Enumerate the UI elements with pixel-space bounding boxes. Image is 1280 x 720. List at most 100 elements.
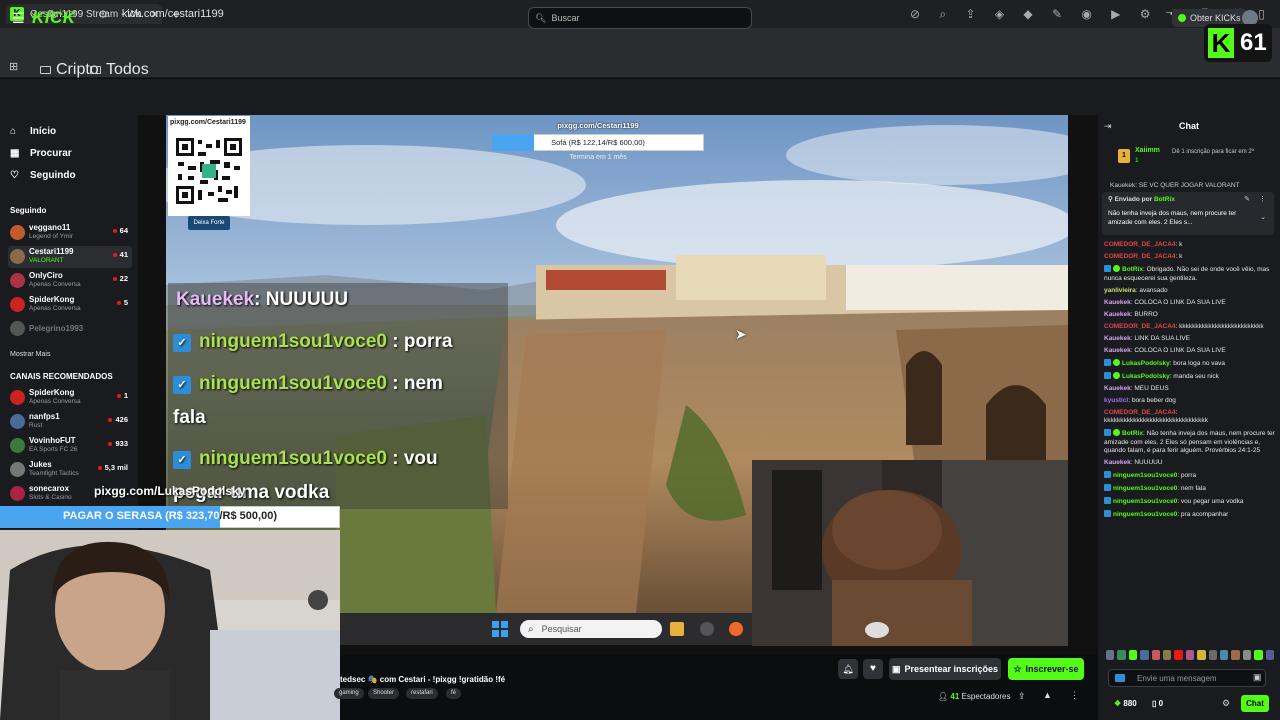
chat-username[interactable]: LukasPodolsky (1122, 360, 1170, 367)
menu-icon[interactable]: ☰ (12, 10, 25, 27)
notification-bell-icon[interactable]: 🔔︎ (838, 659, 858, 679)
channel-name: VovinhoFUT (29, 436, 76, 445)
more-options-icon[interactable]: ⋮ (1070, 690, 1079, 701)
apps-grid-icon[interactable]: ⊞ (9, 60, 18, 73)
sidebar-item-seguindo[interactable]: ♡ Seguindo (10, 170, 76, 181)
kick-badge-icon: ✓ (173, 451, 191, 469)
sidebar-item-procurar[interactable]: ▦ Procurar (10, 148, 72, 159)
chat-username[interactable]: Kauekek (1104, 347, 1131, 354)
top-gifter-banner[interactable]: 1 Xaiimm 1 Dê 1 inscrição para ficar em … (1118, 147, 1274, 169)
sidebar-channel[interactable]: OnlyCiro Apenas Conversa 22 (8, 270, 132, 292)
secondary-points[interactable]: ▯ 0 (1152, 699, 1163, 708)
chat-username[interactable]: Kauekek (1104, 299, 1131, 306)
emote-icon[interactable] (1231, 650, 1240, 660)
sidebar-channel[interactable]: SpiderKong Apenas Conversa 5 (8, 294, 132, 316)
sidebar-item-inicio[interactable]: ⌂ Início (10, 126, 56, 137)
subscribe-button[interactable]: ☆ Inscrever-se (1008, 658, 1084, 680)
chat-username[interactable]: COMEDOR_DE_JACA4 (1104, 323, 1176, 330)
chat-username[interactable]: Kauekek (1104, 459, 1131, 466)
chat-username[interactable]: ninguem1sou1voce0 (1113, 485, 1177, 492)
avatar (10, 297, 25, 312)
chat-username[interactable]: LukasPodolsky (1122, 373, 1170, 380)
chat-username[interactable]: BotRix (1122, 430, 1143, 437)
emote-bar[interactable] (1106, 650, 1275, 662)
chat-message: COMEDOR_DE_JACA4: k (1104, 241, 1276, 250)
tag-restafari[interactable]: restafari (406, 688, 438, 699)
emote-icon[interactable] (1117, 650, 1126, 660)
qr-title: pixgg.com/Cestari1199 (170, 119, 246, 126)
tag-gaming[interactable]: gaming (334, 688, 364, 699)
emote-icon[interactable] (1242, 650, 1252, 660)
site-header (0, 79, 1280, 115)
chat-text: : manda seu nick (1169, 372, 1219, 380)
stream-title: tedsec 🎭 com Cestari - !pixgg !gratidão … (340, 675, 506, 684)
search-icon: ⌕ (528, 623, 534, 635)
chat-username[interactable]: Kauekek (1104, 385, 1131, 392)
site-settings-icon[interactable]: ⚙ (98, 8, 108, 21)
sidebar-channel[interactable]: Cestari1199 VALORANT 41 (8, 246, 132, 268)
search-input[interactable]: 🔍︎ Buscar (528, 7, 752, 29)
chat-username[interactable]: yanlivieira (1104, 287, 1136, 294)
chat-message: LukasPodolsky: manda seu nick (1104, 371, 1276, 382)
chat-username[interactable]: COMEDOR_DE_JACA4 (1104, 241, 1176, 248)
chat-username[interactable]: ninguem1sou1voce0 (1113, 498, 1177, 505)
emote-icon[interactable] (1163, 650, 1172, 660)
chat-username[interactable]: kyusticl (1104, 397, 1128, 404)
tag-fe[interactable]: fé (446, 688, 462, 699)
chat-username[interactable]: Kauekek (1104, 311, 1131, 318)
sidebar-channel[interactable]: Pelegrino1993 (8, 318, 132, 340)
report-icon[interactable]: ▲ (1043, 690, 1052, 700)
overlay-chat-line: ✓ ninguem1sou1voce0 : vou (173, 448, 438, 470)
expand-pinned-icon[interactable]: ⌄ (1260, 213, 1266, 221)
subscribe-label: Inscrever-se (1025, 664, 1079, 674)
share-icon[interactable]: ⇪ (1018, 691, 1026, 702)
sidebar-channel[interactable]: Jukes Teamfight Tactics 5,3 mil (8, 459, 132, 481)
url-text: kick.com/cestari1199 (121, 8, 224, 20)
tag-shooter[interactable]: Shooter (368, 688, 400, 699)
channel-name: Cestari1199 (29, 247, 74, 256)
sidebar-channel[interactable]: VovinhoFUT EA Sports FC 26 933 (8, 435, 132, 457)
emote-icon[interactable] (1220, 650, 1229, 660)
chat-username[interactable]: ninguem1sou1voce0 (1113, 472, 1177, 479)
chat-input-placeholder: Envie uma mensagem (1137, 673, 1217, 683)
emote-picker-icon[interactable]: ▣ (1253, 672, 1262, 683)
channel-points[interactable]: ❖ 880 (1114, 699, 1137, 708)
chat-settings-icon[interactable]: ⚙ (1222, 698, 1230, 709)
sidebar-channel[interactable]: SpiderKong Apenas Conversa 1 (8, 387, 132, 409)
chat-username[interactable]: BotRix (1122, 266, 1143, 273)
emote-icon[interactable] (1208, 650, 1218, 660)
emote-icon[interactable] (1254, 650, 1263, 660)
chat-input[interactable]: Envie uma mensagem (1108, 669, 1266, 687)
pin-toggle-icon[interactable]: ✎ (1244, 195, 1250, 203)
avatar (10, 486, 25, 501)
gift-subs-button[interactable]: ▣ Presentear inscrições (889, 658, 1001, 680)
emote-icon[interactable] (1185, 650, 1195, 660)
emote-icon[interactable] (1128, 650, 1138, 660)
sidebar-channel[interactable]: nanfps1 Rust 426 (8, 411, 132, 433)
kick-badge-icon (1104, 358, 1111, 366)
channel-name: nanfps1 (29, 412, 60, 421)
follow-heart-icon[interactable]: ♥ (863, 659, 883, 679)
emote-icon[interactable] (1151, 650, 1161, 660)
bookmark-folder-todos[interactable]: Todos (90, 61, 149, 79)
show-more-link[interactable]: Mostrar Mais (10, 351, 50, 358)
chat-message: yanlivieira: avansado (1104, 287, 1276, 296)
kick-counter-overlay: K 61 (1204, 24, 1272, 62)
kick-logo[interactable]: KICK (32, 8, 76, 28)
chat-username[interactable]: Kauekek (1104, 335, 1131, 342)
channel-category: EA Sports FC 26 (29, 446, 78, 453)
channel-category: Apenas Conversa (29, 398, 81, 405)
send-chat-button[interactable]: Chat (1241, 695, 1269, 712)
chat-username[interactable]: ninguem1sou1voce0 (1113, 511, 1177, 518)
pinned-more-icon[interactable]: ⋮ (1259, 195, 1266, 203)
emote-icon[interactable] (1106, 650, 1115, 660)
chat-username[interactable]: COMEDOR_DE_JACA4 (1104, 253, 1176, 260)
emote-icon[interactable] (1140, 650, 1149, 660)
sidebar-channel[interactable]: veggano11 Legend of Ymir 64 (8, 222, 132, 244)
gift-icon: ▣ (891, 663, 901, 674)
emote-icon[interactable] (1174, 650, 1183, 660)
emote-icon[interactable] (1265, 650, 1275, 660)
emote-icon[interactable] (1197, 650, 1206, 660)
chat-text: : bora beber dog (1128, 396, 1176, 404)
chat-username[interactable]: COMEDOR_DE_JACA4 (1104, 409, 1176, 416)
